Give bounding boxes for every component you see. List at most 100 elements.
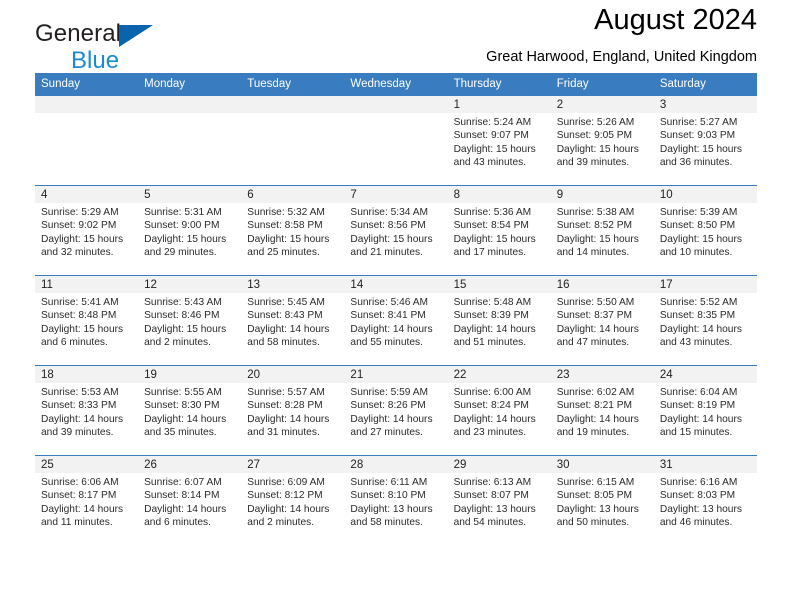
day-details: Sunrise: 6:09 AM Sunset: 8:12 PM Daylight:… — [241, 473, 344, 530]
sunrise-text: Sunrise: 5:41 AM — [41, 297, 119, 308]
location-subtitle: Great Harwood, England, United Kingdom — [486, 49, 757, 65]
day-cell-inner: 13 Sunrise: 5:45 AM Sunset: 8:43 PM Dayligh… — [241, 276, 345, 365]
calendar-day-cell[interactable]: 23 Sunrise: 6:02 AM Sunset: 8:21 PM Dayligh… — [550, 365, 654, 456]
calendar-week-row: 25 Sunrise: 6:06 AM Sunset: 8:17 PM Dayligh… — [35, 455, 757, 545]
calendar-day-cell[interactable]: 11 Sunrise: 5:41 AM Sunset: 8:48 PM Dayligh… — [35, 275, 139, 366]
sunset-text: Sunset: 8:35 PM — [659, 310, 736, 322]
sunset-text: Sunset: 8:43 PM — [247, 310, 323, 322]
calendar-cell-empty — [138, 96, 242, 186]
day-number: 3 — [653, 96, 757, 113]
calendar-day-cell[interactable]: 14 Sunrise: 5:46 AM Sunset: 8:41 PM Dayligh… — [344, 275, 448, 366]
calendar-day-cell[interactable]: 20 Sunrise: 5:57 AM Sunset: 8:28 PM Dayligh… — [241, 365, 345, 456]
daylight-text-line1: Daylight: 14 hours — [247, 503, 330, 515]
sunset-text: Sunset: 8:39 PM — [453, 310, 529, 322]
daylight-text-line2: and 43 minutes. — [453, 157, 527, 169]
calendar-day-cell[interactable]: 15 Sunrise: 5:48 AM Sunset: 8:39 PM Dayligh… — [447, 275, 551, 366]
sunset-text: Sunset: 9:03 PM — [659, 130, 736, 142]
day-cell-inner: 19 Sunrise: 5:55 AM Sunset: 8:30 PM Dayligh… — [138, 366, 242, 455]
sunrise-text: Sunrise: 5:46 AM — [350, 297, 429, 308]
daylight-text-line2: and 46 minutes. — [659, 517, 733, 529]
calendar-day-cell[interactable]: 12 Sunrise: 5:43 AM Sunset: 8:46 PM Dayligh… — [138, 275, 242, 366]
calendar-day-cell[interactable]: 25 Sunrise: 6:06 AM Sunset: 8:17 PM Dayligh… — [35, 455, 139, 545]
calendar-day-cell[interactable]: 6 Sunrise: 5:32 AM Sunset: 8:58 PM Daylight… — [241, 185, 345, 276]
sunset-text: Sunset: 8:56 PM — [350, 220, 426, 232]
daylight-text-line1: Daylight: 15 hours — [247, 233, 330, 245]
day-number: 6 — [241, 186, 345, 203]
daylight-text-line2: and 14 minutes. — [556, 247, 630, 259]
day-cell-inner: 28 Sunrise: 6:11 AM Sunset: 8:10 PM Dayligh… — [344, 456, 448, 545]
day-number: 9 — [550, 186, 654, 203]
daylight-text-line2: and 35 minutes. — [144, 427, 217, 439]
day-number: 29 — [447, 456, 551, 473]
daylight-text-line1: Daylight: 14 hours — [144, 413, 227, 425]
calendar-day-cell[interactable]: 27 Sunrise: 6:09 AM Sunset: 8:12 PM Dayligh… — [241, 455, 345, 545]
sunrise-text: Sunrise: 5:59 AM — [350, 387, 429, 398]
sunset-text: Sunset: 8:03 PM — [659, 490, 736, 502]
day-cell-inner: 20 Sunrise: 5:57 AM Sunset: 8:28 PM Dayligh… — [241, 366, 345, 455]
day-number: 5 — [138, 186, 242, 203]
sunrise-text: Sunrise: 6:02 AM — [556, 387, 635, 398]
day-number: 30 — [550, 456, 654, 473]
calendar-day-cell[interactable]: 28 Sunrise: 6:11 AM Sunset: 8:10 PM Dayligh… — [344, 455, 448, 545]
daylight-text-line1: Daylight: 15 hours — [41, 323, 124, 335]
daylight-text-line2: and 2 minutes. — [144, 337, 211, 349]
brand-logo[interactable]: General Blue — [35, 22, 154, 73]
calendar-day-cell[interactable]: 24 Sunrise: 6:04 AM Sunset: 8:19 PM Dayligh… — [653, 365, 757, 456]
daylight-text-line2: and 25 minutes. — [247, 247, 320, 259]
calendar-day-cell[interactable]: 10 Sunrise: 5:39 AM Sunset: 8:50 PM Dayligh… — [653, 185, 757, 276]
calendar-day-cell[interactable]: 21 Sunrise: 5:59 AM Sunset: 8:26 PM Dayligh… — [344, 365, 448, 456]
calendar-header: Sunday Monday Tuesday Wednesday Thursday… — [35, 73, 757, 96]
calendar-day-cell[interactable]: 26 Sunrise: 6:07 AM Sunset: 8:14 PM Dayligh… — [138, 455, 242, 545]
day-number — [241, 96, 345, 113]
daylight-text-line1: Daylight: 14 hours — [247, 323, 330, 335]
day-number: 19 — [138, 366, 242, 383]
calendar-day-cell[interactable]: 16 Sunrise: 5:50 AM Sunset: 8:37 PM Dayligh… — [550, 275, 654, 366]
sunset-text: Sunset: 8:12 PM — [247, 490, 323, 502]
daylight-text-line2: and 55 minutes. — [350, 337, 423, 349]
sunrise-text: Sunrise: 5:48 AM — [453, 297, 532, 308]
calendar-day-cell[interactable]: 18 Sunrise: 5:53 AM Sunset: 8:33 PM Dayligh… — [35, 365, 139, 456]
calendar-day-cell[interactable]: 1 Sunrise: 5:24 AM Sunset: 9:07 PM Daylight… — [447, 96, 551, 186]
day-details: Sunrise: 5:50 AM Sunset: 8:37 PM Daylight:… — [551, 293, 654, 350]
day-cell-inner: 22 Sunrise: 6:00 AM Sunset: 8:24 PM Dayligh… — [447, 366, 551, 455]
calendar-day-cell[interactable]: 2 Sunrise: 5:26 AM Sunset: 9:05 PM Daylight… — [550, 96, 654, 186]
daylight-text-line2: and 39 minutes. — [41, 427, 114, 439]
sunrise-text: Sunrise: 5:39 AM — [659, 207, 738, 218]
day-details: Sunrise: 5:45 AM Sunset: 8:43 PM Daylight:… — [241, 293, 344, 350]
day-details: Sunrise: 5:26 AM Sunset: 9:05 PM Daylight:… — [551, 113, 654, 170]
calendar-day-cell[interactable]: 30 Sunrise: 6:15 AM Sunset: 8:05 PM Dayligh… — [550, 455, 654, 545]
day-details: Sunrise: 5:57 AM Sunset: 8:28 PM Daylight:… — [241, 383, 344, 440]
day-number: 31 — [653, 456, 757, 473]
calendar-day-cell[interactable]: 31 Sunrise: 6:16 AM Sunset: 8:03 PM Dayligh… — [653, 455, 757, 545]
sunrise-text: Sunrise: 6:07 AM — [144, 477, 222, 488]
daylight-text-line1: Daylight: 14 hours — [556, 413, 639, 425]
calendar-day-cell[interactable]: 4 Sunrise: 5:29 AM Sunset: 9:02 PM Daylight… — [35, 185, 139, 276]
day-cell-inner: 7 Sunrise: 5:34 AM Sunset: 8:56 PM Daylight… — [344, 186, 448, 275]
calendar-day-cell[interactable]: 9 Sunrise: 5:38 AM Sunset: 8:52 PM Daylight… — [550, 185, 654, 276]
day-cell-inner: 17 Sunrise: 5:52 AM Sunset: 8:35 PM Dayligh… — [653, 276, 757, 365]
daylight-text-line1: Daylight: 14 hours — [659, 413, 742, 425]
calendar-day-cell[interactable]: 29 Sunrise: 6:13 AM Sunset: 8:07 PM Dayligh… — [447, 455, 551, 545]
calendar-day-cell[interactable]: 8 Sunrise: 5:36 AM Sunset: 8:54 PM Daylight… — [447, 185, 551, 276]
calendar-day-cell[interactable]: 7 Sunrise: 5:34 AM Sunset: 8:56 PM Daylight… — [344, 185, 448, 276]
day-details: Sunrise: 5:53 AM Sunset: 8:33 PM Daylight:… — [35, 383, 138, 440]
calendar-day-cell[interactable]: 5 Sunrise: 5:31 AM Sunset: 9:00 PM Daylight… — [138, 185, 242, 276]
sunset-text: Sunset: 8:52 PM — [556, 220, 633, 232]
day-number: 21 — [344, 366, 448, 383]
sunrise-text: Sunrise: 5:34 AM — [350, 207, 429, 218]
daylight-text-line1: Daylight: 15 hours — [556, 143, 639, 155]
daylight-text-line1: Daylight: 14 hours — [350, 323, 433, 335]
sunset-text: Sunset: 8:21 PM — [556, 400, 633, 412]
calendar-day-cell[interactable]: 13 Sunrise: 5:45 AM Sunset: 8:43 PM Dayligh… — [241, 275, 345, 366]
daylight-text-line2: and 15 minutes. — [659, 427, 733, 439]
sunset-text: Sunset: 8:50 PM — [659, 220, 736, 232]
day-details: Sunrise: 6:11 AM Sunset: 8:10 PM Daylight:… — [344, 473, 447, 530]
daylight-text-line1: Daylight: 13 hours — [556, 503, 639, 515]
day-details: Sunrise: 5:32 AM Sunset: 8:58 PM Daylight:… — [241, 203, 344, 260]
day-cell-inner: 1 Sunrise: 5:24 AM Sunset: 9:07 PM Daylight… — [447, 96, 551, 185]
sunrise-text: Sunrise: 6:00 AM — [453, 387, 532, 398]
calendar-day-cell[interactable]: 3 Sunrise: 5:27 AM Sunset: 9:03 PM Daylight… — [653, 96, 757, 186]
calendar-day-cell[interactable]: 19 Sunrise: 5:55 AM Sunset: 8:30 PM Dayligh… — [138, 365, 242, 456]
calendar-day-cell[interactable]: 22 Sunrise: 6:00 AM Sunset: 8:24 PM Dayligh… — [447, 365, 551, 456]
calendar-day-cell[interactable]: 17 Sunrise: 5:52 AM Sunset: 8:35 PM Dayligh… — [653, 275, 757, 366]
